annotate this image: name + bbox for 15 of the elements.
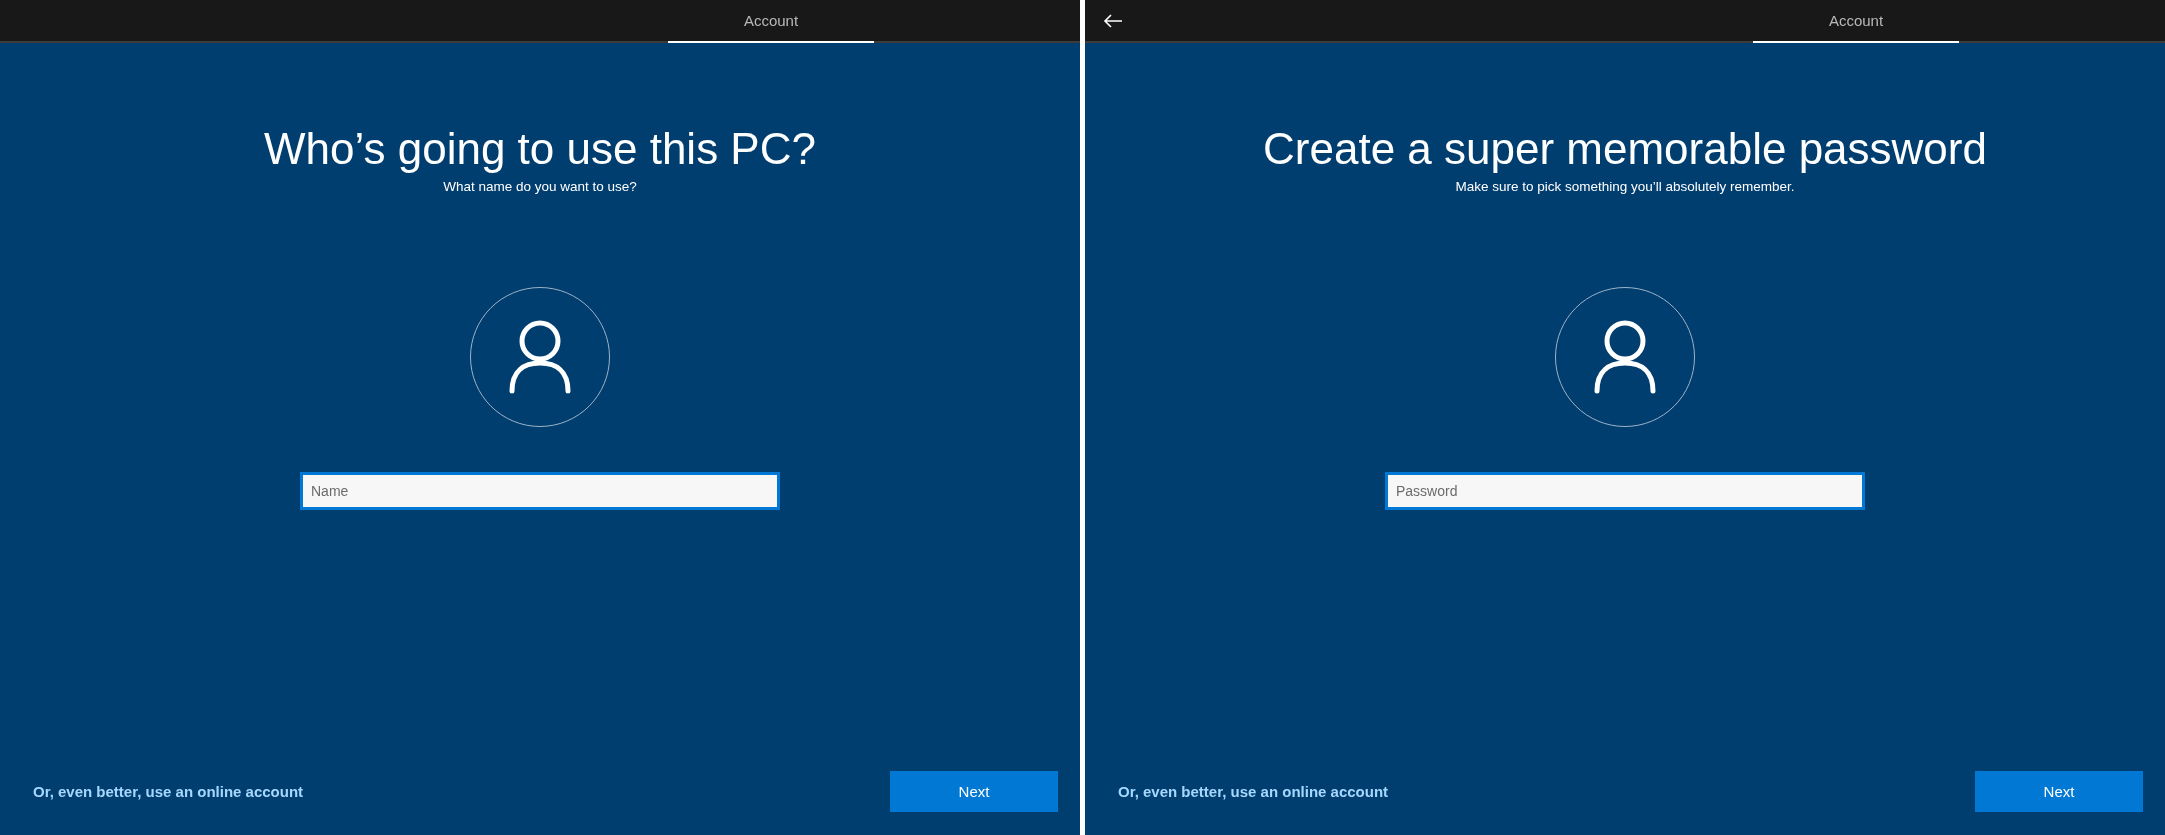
online-account-link[interactable]: Or, even better, use an online account bbox=[1118, 783, 1389, 800]
next-button[interactable]: Next bbox=[890, 771, 1058, 812]
input-field[interactable]: Password bbox=[1385, 472, 1865, 510]
person-icon bbox=[1593, 319, 1657, 395]
page-title: Who’s going to use this PC? bbox=[264, 123, 816, 175]
online-account-link[interactable]: Or, even better, use an online account bbox=[33, 783, 304, 800]
page-subtitle: What name do you want to use? bbox=[443, 179, 637, 194]
back-arrow-icon bbox=[1103, 12, 1123, 29]
next-button[interactable]: Next bbox=[1975, 771, 2143, 812]
page-subtitle: Make sure to pick something you’ll absolutely remember. bbox=[1455, 179, 1795, 194]
person-icon bbox=[508, 319, 572, 395]
input-field[interactable]: Name bbox=[300, 472, 780, 510]
account-tab[interactable]: Account bbox=[668, 0, 874, 43]
account-tab[interactable]: Account bbox=[1753, 0, 1959, 43]
page-title: Create a super memorable password bbox=[1263, 123, 1987, 175]
